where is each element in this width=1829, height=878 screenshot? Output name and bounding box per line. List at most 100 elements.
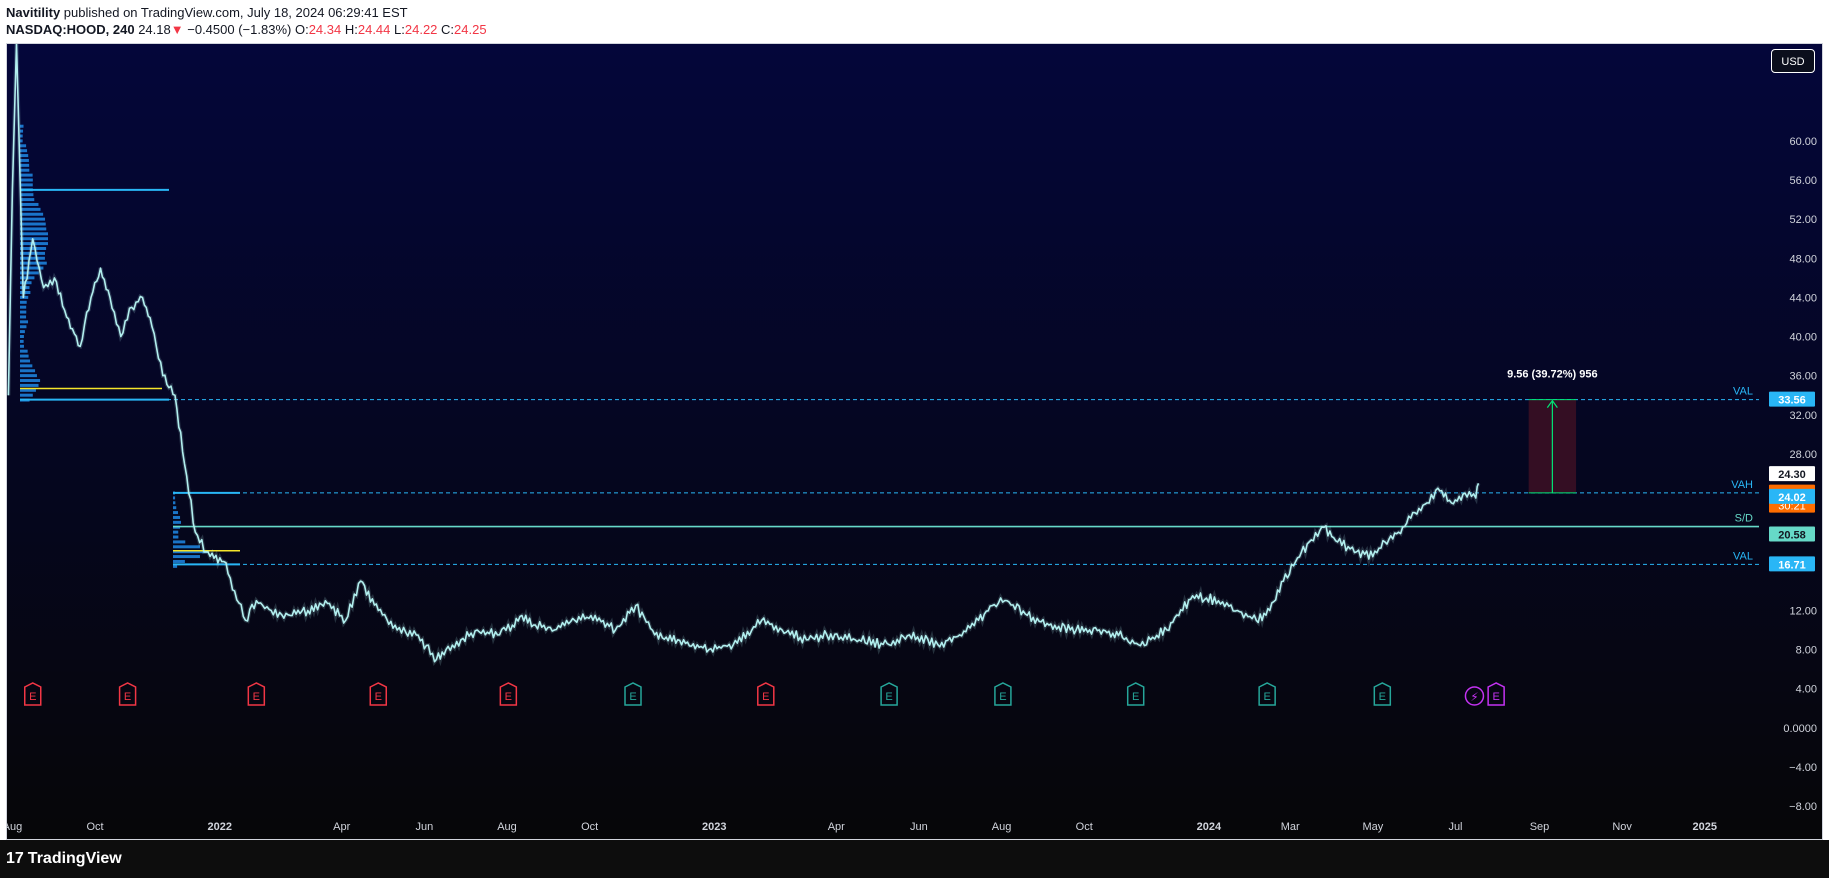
profile-bin bbox=[20, 227, 47, 231]
change-down-icon: ▼ bbox=[170, 22, 184, 37]
y-tick-label: 36.00 bbox=[1789, 371, 1817, 383]
x-tick-label: 2025 bbox=[1693, 821, 1717, 833]
low-value: 24.22 bbox=[404, 22, 438, 37]
publish-info: Navitility published on TradingView.com,… bbox=[6, 5, 408, 20]
profile-bin bbox=[173, 545, 201, 549]
profile-bin bbox=[20, 383, 39, 387]
profile-bin bbox=[20, 320, 29, 324]
symbol-label[interactable]: NASDAQ:HOOD, 240 bbox=[6, 22, 135, 37]
low-label: L: bbox=[394, 22, 405, 37]
earnings-marker-label: E bbox=[1263, 691, 1270, 703]
profile-bin bbox=[20, 222, 46, 226]
x-tick-label: Aug bbox=[992, 821, 1012, 833]
x-tick-label: Jun bbox=[415, 821, 433, 833]
profile-bin bbox=[20, 212, 44, 216]
profile-bin bbox=[173, 530, 179, 534]
profile-bin bbox=[173, 555, 200, 559]
y-tick-label: 48.00 bbox=[1789, 253, 1817, 265]
profile-bin bbox=[20, 217, 46, 221]
earnings-marker-label: E bbox=[999, 691, 1006, 703]
x-tick-label: Apr bbox=[333, 821, 350, 833]
profile-bin bbox=[20, 305, 27, 309]
profile-bin bbox=[20, 325, 27, 329]
level-price-label: 16.71 bbox=[1778, 559, 1806, 571]
earnings-marker-label: E bbox=[1132, 691, 1139, 703]
profile-bin bbox=[20, 388, 36, 392]
profile-bin bbox=[20, 300, 27, 304]
high-label: H: bbox=[344, 22, 358, 37]
x-tick-label: Sep bbox=[1530, 821, 1550, 833]
earnings-marker-label: E bbox=[885, 691, 892, 703]
x-tick-label: 2023 bbox=[702, 821, 726, 833]
close-value: 24.25 bbox=[454, 22, 487, 37]
chart-area[interactable]: VAL VAH S/D VAL 9.56 (39.72%) 956 60.00 56.0… bbox=[6, 43, 1823, 840]
profile-bin bbox=[173, 540, 186, 544]
profile-bin bbox=[20, 359, 31, 363]
profile-bin bbox=[20, 369, 36, 373]
footer: 17 TradingView bbox=[0, 840, 1829, 878]
profile-bin bbox=[20, 232, 48, 236]
earnings-marker-label: E bbox=[762, 691, 769, 703]
event-marker-label: ⚡ bbox=[1470, 690, 1478, 704]
earnings-marker-label: E bbox=[253, 691, 260, 703]
y-tick-label: 60.00 bbox=[1789, 136, 1817, 148]
earnings-marker-label: E bbox=[1379, 691, 1386, 703]
measure-label: 9.56 (39.72%) 956 bbox=[1507, 369, 1598, 381]
profile-bin bbox=[20, 315, 27, 319]
profile-bin bbox=[173, 506, 177, 510]
x-tick-label: 2024 bbox=[1197, 821, 1222, 833]
profile-bin bbox=[173, 559, 185, 563]
x-tick-label: May bbox=[1362, 821, 1383, 833]
author-name[interactable]: Navitility bbox=[6, 5, 60, 20]
x-tick-label: Mar bbox=[1281, 821, 1300, 833]
y-tick-label: −4.00 bbox=[1789, 762, 1817, 774]
currency-button[interactable]: USD bbox=[1771, 49, 1815, 73]
high-price-label: 24.30 bbox=[1778, 469, 1806, 481]
y-tick-label: 40.00 bbox=[1789, 332, 1817, 344]
profile-bin bbox=[20, 339, 24, 343]
level-label: VAL bbox=[1733, 550, 1753, 562]
tradingview-logo[interactable]: 17 TradingView bbox=[6, 850, 122, 868]
x-tick-label: Aug bbox=[497, 821, 517, 833]
x-tick-label: 2022 bbox=[207, 821, 231, 833]
profile-bin bbox=[173, 511, 178, 515]
price-change: −0.4500 (−1.83%) bbox=[187, 22, 292, 37]
profile-bin bbox=[20, 344, 24, 348]
y-tick-label: 0.0000 bbox=[1783, 723, 1817, 735]
profile-bin bbox=[20, 364, 33, 368]
earnings-marker-label: E bbox=[629, 691, 636, 703]
profile-bin bbox=[20, 349, 28, 353]
y-tick-label: 8.00 bbox=[1796, 645, 1817, 657]
earnings-marker-label: E bbox=[375, 691, 382, 703]
earnings-marker-label: E bbox=[124, 691, 131, 703]
level-label: VAH bbox=[1731, 479, 1753, 491]
tradingview-logo-text: TradingView bbox=[27, 850, 122, 867]
y-tick-label: 4.00 bbox=[1796, 684, 1817, 696]
earnings-marker-label: E bbox=[29, 691, 36, 703]
x-tick-label: Nov bbox=[1612, 821, 1632, 833]
y-tick-label: 32.00 bbox=[1789, 410, 1817, 422]
level-label: VAL bbox=[1733, 386, 1753, 398]
x-tick-label: Aug bbox=[7, 821, 22, 833]
profile-bin bbox=[173, 496, 176, 500]
profile-bin bbox=[20, 207, 41, 211]
y-tick-label: 12.00 bbox=[1789, 605, 1817, 617]
price-chart[interactable]: VAL VAH S/D VAL 9.56 (39.72%) 956 60.00 56.0… bbox=[7, 44, 1823, 840]
profile-bin bbox=[173, 501, 176, 505]
y-tick-label: 28.00 bbox=[1789, 449, 1817, 461]
profile-bin bbox=[20, 374, 37, 378]
close-label: C: bbox=[441, 22, 455, 37]
y-tick-label: 52.00 bbox=[1789, 214, 1817, 226]
x-tick-label: Jul bbox=[1448, 821, 1462, 833]
y-tick-label: 56.00 bbox=[1789, 175, 1817, 187]
profile-bin bbox=[173, 515, 181, 519]
earnings-marker-label: E bbox=[505, 691, 512, 703]
open-label: O: bbox=[294, 22, 309, 37]
profile-bin bbox=[20, 379, 41, 383]
profile-bin bbox=[20, 335, 24, 339]
high-value: 24.44 bbox=[357, 22, 391, 37]
x-tick-label: Jun bbox=[910, 821, 928, 833]
vah-price-label: 24.02 bbox=[1778, 492, 1806, 504]
y-tick-label: −8.00 bbox=[1789, 801, 1817, 813]
sd-price-label: 20.58 bbox=[1778, 530, 1806, 542]
